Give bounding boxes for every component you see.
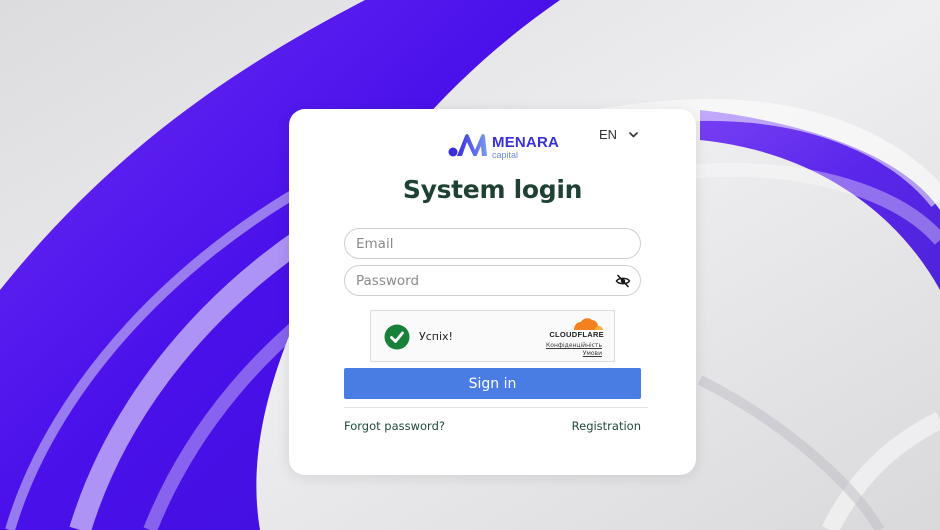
language-selector[interactable]: EN [599, 127, 638, 142]
cloudflare-cloud-icon [574, 318, 603, 330]
chevron-down-icon [629, 131, 638, 137]
brand-mark-icon [448, 134, 487, 157]
password-field-wrapper [344, 265, 641, 296]
brand-logo[interactable]: MENARA capital [448, 132, 559, 160]
divider [344, 407, 648, 408]
captcha-status: Успіх! [419, 330, 453, 343]
forgot-password-link[interactable]: Forgot password? [344, 419, 445, 433]
password-visibility-toggle[interactable] [615, 273, 631, 289]
sign-in-button[interactable]: Sign in [344, 368, 641, 399]
captcha-privacy-link[interactable]: Конфіденційність [522, 342, 602, 349]
email-field[interactable] [345, 229, 640, 258]
success-check-icon [384, 324, 410, 350]
registration-link[interactable]: Registration [572, 419, 641, 433]
page-title: System login [402, 175, 583, 204]
language-code: EN [599, 127, 618, 142]
captcha-terms-link[interactable]: Умови [522, 350, 602, 357]
login-card: MENARA capital EN System login Успіх! [289, 109, 696, 475]
brand-subtitle: capital [492, 150, 519, 160]
eye-off-icon [615, 274, 631, 288]
brand-name: MENARA [492, 134, 560, 151]
cloudflare-wordmark: CLOUDFLARE [549, 330, 604, 339]
captcha-widget[interactable]: Успіх! CLOUDFLARE Конфіденційність Умови [370, 310, 615, 362]
password-field[interactable] [345, 266, 640, 295]
email-field-wrapper [344, 228, 641, 259]
